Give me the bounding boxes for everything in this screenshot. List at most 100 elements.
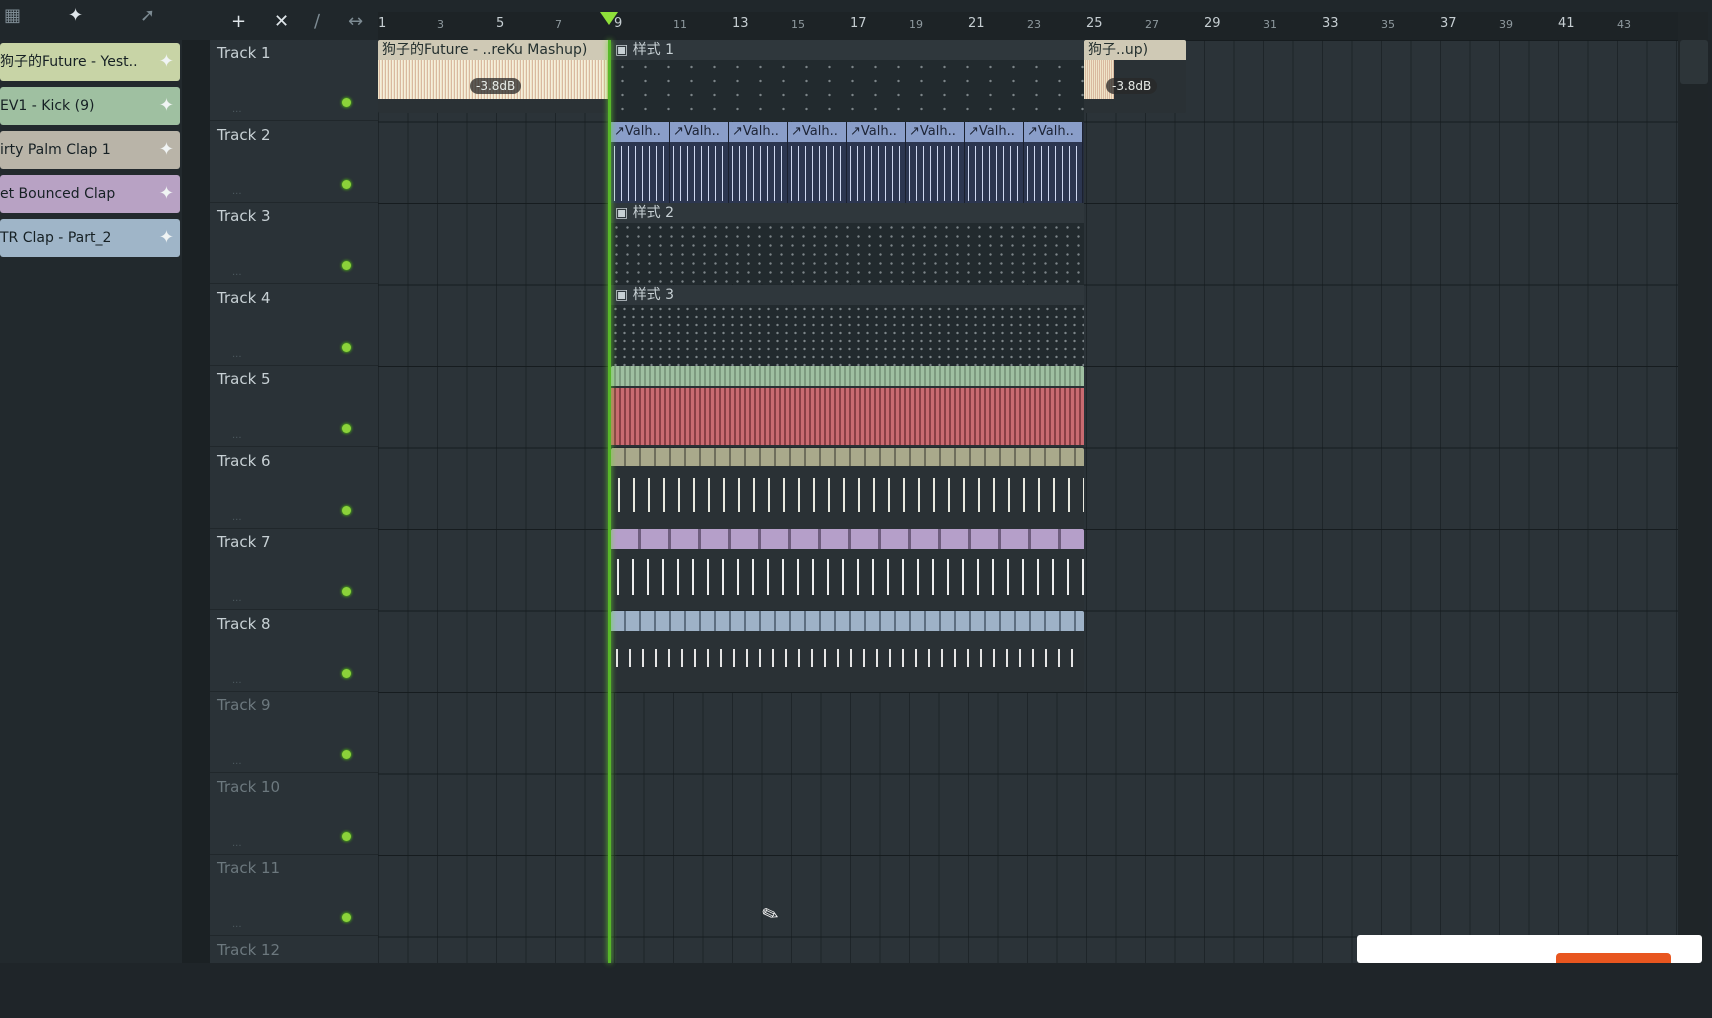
- timeline-tick: 35: [1381, 18, 1395, 31]
- track-header[interactable]: Track 2 ...: [210, 122, 378, 203]
- track-header[interactable]: Track 7 ...: [210, 529, 378, 610]
- automation-curve: [611, 145, 669, 201]
- audio-waveform: [611, 477, 1084, 512]
- gain-label: -3.8dB: [470, 78, 522, 94]
- popup-action-button[interactable]: [1556, 953, 1671, 963]
- track-mute-led[interactable]: [342, 913, 351, 922]
- delete-icon[interactable]: ✕: [274, 12, 289, 32]
- audio-waveform: [611, 648, 1084, 667]
- link-icon[interactable]: ➚: [140, 6, 155, 26]
- track-label: Track 3: [217, 207, 271, 225]
- timeline-tick: 11: [673, 18, 687, 31]
- track-mute-led[interactable]: [342, 98, 351, 107]
- track-header[interactable]: Track 9 ...: [210, 692, 378, 773]
- clip-title: ▣ 样式 3: [611, 284, 1084, 305]
- automation-clip[interactable]: ↗Valh..: [670, 121, 729, 203]
- track-label: Track 9: [217, 696, 271, 714]
- track-header[interactable]: Track 8 ...: [210, 611, 378, 692]
- pattern-clip[interactable]: ▣ 样式 1: [611, 40, 1084, 121]
- track-mute-led[interactable]: [342, 668, 351, 678]
- playlist-grid[interactable]: 狗子的Future - ..reKu Mashup) -3.8dB ▣ 样式 1…: [378, 40, 1678, 963]
- audio-waveform: [611, 559, 1084, 595]
- track-header[interactable]: Track 12: [210, 937, 378, 1018]
- automation-curve: [670, 145, 728, 201]
- clip-item[interactable]: EV1 - Kick (9) ✦: [0, 87, 180, 125]
- track-header[interactable]: Track 4 ...: [210, 285, 378, 366]
- clip-title: ↗Valh..: [1024, 121, 1082, 142]
- track-header[interactable]: Track 5 ...: [210, 366, 378, 447]
- audio-clip[interactable]: [611, 610, 1084, 692]
- playhead-marker[interactable]: [600, 12, 618, 25]
- audio-clip[interactable]: 狗子..up) -3.8dB: [1084, 40, 1186, 113]
- track-dots: ...: [232, 674, 242, 686]
- waveform-icon: ✦: [158, 95, 174, 116]
- track-header[interactable]: Track 10 ...: [210, 774, 378, 855]
- add-icon[interactable]: +: [231, 12, 246, 32]
- automation-clip[interactable]: ↗Valh..: [788, 121, 847, 203]
- track-label: Track 12: [217, 940, 281, 959]
- timeline-tick: 25: [1086, 16, 1103, 31]
- pattern-clip[interactable]: ▣ 样式 2: [611, 203, 1084, 284]
- timeline-tick: 15: [791, 18, 805, 31]
- clip-item[interactable]: irty Palm Clap 1 ✦: [0, 131, 180, 169]
- track-header[interactable]: Track 11 ...: [210, 855, 378, 936]
- timeline-tick: 27: [1145, 18, 1159, 31]
- clip-title: ↗Valh..: [906, 121, 964, 142]
- track-header[interactable]: Track 6 ...: [210, 448, 378, 529]
- timeline-tick: 33: [1322, 16, 1339, 31]
- track-mute-led[interactable]: [342, 342, 351, 352]
- automation-curve: [965, 145, 1023, 201]
- audio-clip[interactable]: 狗子的Future - ..reKu Mashup) -3.8dB: [378, 40, 611, 113]
- track-mute-led[interactable]: [342, 831, 351, 841]
- track-mute-led[interactable]: [342, 587, 351, 596]
- track-mute-led[interactable]: [342, 179, 351, 189]
- track-header[interactable]: Track 3 ...: [210, 203, 378, 284]
- playhead[interactable]: [608, 40, 611, 963]
- channel-rack-icon[interactable]: ✦: [68, 6, 83, 26]
- scrollbar-thumb[interactable]: [1680, 40, 1708, 84]
- audio-clip[interactable]: [611, 366, 1084, 447]
- clip-item[interactable]: 狗子的Future - Yest.. ✦: [0, 43, 180, 81]
- pattern-clip[interactable]: ▣ 样式 3: [611, 284, 1084, 366]
- track-mute-led[interactable]: [342, 261, 351, 270]
- automation-curve: [1024, 145, 1082, 201]
- pattern-notes: [611, 60, 1084, 121]
- slice-icon[interactable]: ∕: [314, 12, 320, 32]
- timeline-tick: 5: [496, 16, 505, 31]
- track-dots: ...: [232, 185, 242, 197]
- timeline-tick: 3: [437, 18, 444, 31]
- track-header[interactable]: Track 1 ...: [210, 40, 378, 121]
- audio-clip[interactable]: [611, 529, 1084, 610]
- automation-clip[interactable]: ↗Valh..: [906, 121, 965, 203]
- timeline-tick: 39: [1499, 18, 1513, 31]
- automation-clip[interactable]: ↗Valh..: [729, 121, 788, 203]
- track-dots: ...: [232, 919, 242, 930]
- piano-roll-icon[interactable]: ▦: [4, 6, 21, 26]
- panel-divider[interactable]: [182, 40, 210, 963]
- automation-curve: [906, 145, 964, 201]
- track-mute-led[interactable]: [342, 750, 351, 759]
- clip-title: ↗Valh..: [670, 121, 728, 142]
- audio-clip[interactable]: [611, 447, 1084, 529]
- clip-item[interactable]: et Bounced Clap ✦: [0, 175, 180, 213]
- clip-title: ↗Valh..: [729, 121, 787, 142]
- track-dots: ...: [232, 267, 242, 278]
- clip-title: ↗Valh..: [965, 121, 1023, 142]
- pattern-notes: [611, 304, 1084, 366]
- track-mute-led[interactable]: [342, 505, 351, 515]
- track-mute-led[interactable]: [342, 424, 351, 433]
- timeline-ruler[interactable]: 1 5 9 13 17 21 25 29 33 37 41 3 7 11 15 19 23 27 31 35 39 43: [378, 12, 1678, 40]
- automation-clip[interactable]: ↗Valh..: [1024, 121, 1083, 203]
- clip-item[interactable]: TR Clap - Part_2 ✦: [0, 219, 180, 257]
- track-label: Track 2: [217, 125, 271, 144]
- automation-clip[interactable]: ↗Valh..: [847, 121, 906, 203]
- vertical-scrollbar[interactable]: [1678, 12, 1708, 963]
- automation-clip[interactable]: ↗Valh..: [965, 121, 1024, 203]
- timeline-tick: 17: [850, 16, 867, 31]
- audio-clip-header: [611, 447, 1084, 466]
- timeline-tick: 13: [732, 16, 749, 31]
- timeline-tick: 41: [1558, 16, 1575, 31]
- track-dots: ...: [232, 756, 242, 767]
- stretch-icon[interactable]: ↔: [348, 12, 363, 32]
- automation-clip[interactable]: ↗Valh..: [611, 121, 670, 203]
